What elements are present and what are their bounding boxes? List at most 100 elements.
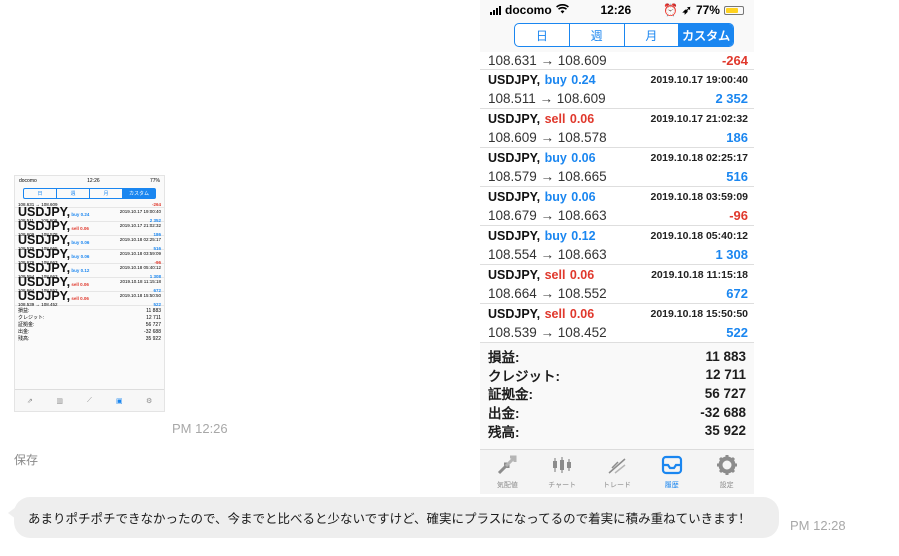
thumb-symbol: USDJPY, (18, 275, 71, 289)
status-bar: docomo 12:26 ⏰ ➶ 77% (480, 0, 754, 20)
battery-icon (723, 5, 744, 15)
thumb-tab-month: 月 (90, 189, 123, 198)
trade-row[interactable]: USDJPY, buy 0.12 2019.10.18 05:40:12 108.5… (480, 226, 754, 265)
thumb-side: sell (71, 282, 79, 287)
thumb-pnl: -264 (151, 202, 161, 207)
trade-side: sell (544, 307, 566, 321)
thumb-datetime: 2019.10.17 21:02:32 (119, 223, 161, 228)
trade-prices: 108.579 → 108.665 (488, 168, 607, 184)
thumb-trade-list: USDJPY, buy 0.24 2019.10.17 19:00:40 108.5… (15, 205, 164, 307)
trade-prices: 108.554 → 108.663 (488, 246, 607, 262)
thumb-history-icon: ▣ (115, 397, 123, 405)
trade-symbol: USDJPY, (488, 229, 541, 243)
trade-datetime: 2019.10.18 15:50:50 (650, 308, 749, 320)
trade-datetime: 2019.10.18 03:59:09 (650, 191, 749, 203)
trade-datetime: 2019.10.17 19:00:40 (650, 74, 749, 86)
thumb-carrier: docomo (19, 177, 37, 184)
tab-settings[interactable]: 設定 (699, 450, 754, 494)
trade-line-icon (608, 458, 626, 474)
thumb-symbol: USDJPY, (18, 247, 71, 261)
trade-row[interactable]: USDJPY, sell 0.06 2019.10.17 21:02:32 108.… (480, 109, 754, 148)
tab-label: 設定 (719, 481, 734, 489)
candlestick-chart-icon (553, 457, 572, 473)
trade-side: buy (544, 151, 567, 165)
thumb-summary-row: 証拠金: 56 727 (18, 322, 161, 329)
thumb-side: sell (71, 296, 79, 301)
thumb-summary-value: -32 688 (144, 329, 161, 335)
thumb-symbol: USDJPY, (18, 205, 71, 219)
thumb-datetime: 2019.10.18 15:50:50 (119, 293, 161, 298)
trade-side: buy (544, 229, 567, 243)
thumb-quotes-icon: ⇗ (26, 397, 33, 405)
thumbnail-image[interactable]: docomo 12:26 77% 日 週 月 カスタム 108.631 → 10… (14, 175, 165, 412)
thumb-side: buy (71, 212, 80, 217)
thumb-summary-label: 損益: (18, 308, 30, 314)
tab-label: トレード (602, 481, 631, 489)
trade-row[interactable]: USDJPY, sell 0.06 2019.10.18 15:50:50 108.… (480, 304, 754, 343)
chat-message-bubble[interactable]: あまりポチポチできなかったので、今までと比べると少ないですけど、確実にプラスにな… (8, 497, 779, 538)
alarm-icon: ⏰ (662, 3, 678, 17)
thumb-trade-icon: ⟋ (87, 396, 92, 404)
trade-pnl: 672 (726, 285, 748, 301)
trade-row[interactable]: USDJPY, buy 0.06 2019.10.18 03:59:09 108.6… (480, 187, 754, 226)
trade-history-list: 108.631 → 108.609 -264 USDJPY, buy 0.24 2… (480, 52, 754, 343)
tab-trade[interactable]: トレード (590, 450, 645, 494)
summary-label: 出金: (488, 406, 520, 422)
period-segmented-control: 日 週 月 カスタム (514, 23, 734, 47)
wifi-icon (555, 3, 569, 17)
save-link[interactable]: 保存 (14, 451, 38, 468)
bottom-tab-bar: 気配値 チャート トレード 履歴 設定 (480, 449, 754, 494)
tab-custom[interactable]: カスタム (679, 24, 733, 46)
status-right: ⏰ ➶ 77% (663, 3, 744, 17)
thumb-summary-value: 56 727 (145, 322, 161, 328)
trade-row[interactable]: USDJPY, sell 0.06 2019.10.18 11:15:18 108.… (480, 265, 754, 304)
trade-datetime: 2019.10.18 02:25:17 (650, 152, 749, 164)
summary-row: 証拠金: 56 727 (488, 384, 746, 403)
tab-quotes[interactable]: 気配値 (480, 450, 535, 494)
thumb-lots: 0.06 (80, 240, 90, 245)
quotes-arrows-icon (498, 455, 517, 475)
thumb-summary-value: 35 922 (145, 336, 161, 342)
history-inbox-icon (661, 455, 682, 475)
tab-history[interactable]: 履歴 (644, 450, 699, 494)
trade-pnl: 522 (726, 324, 748, 340)
clock: 12:26 (600, 3, 632, 17)
trade-side: sell (544, 268, 566, 282)
trade-row[interactable]: USDJPY, buy 0.24 2019.10.17 19:00:40 108.5… (480, 70, 754, 109)
trade-row-partial[interactable]: 108.631 → 108.609 -264 (480, 52, 754, 70)
thumb-lots: 0.24 (80, 212, 90, 217)
thumb-datetime: 2019.10.18 03:59:09 (119, 251, 161, 256)
thumb-summary-label: 証拠金: (18, 322, 35, 328)
history-screenshot[interactable]: docomo 12:26 ⏰ ➶ 77% 日 週 月 カスタム 108.631 … (480, 0, 754, 494)
trade-lots: 0.06 (569, 268, 595, 282)
trade-prices: 108.539 → 108.452 (488, 324, 607, 340)
trade-lots: 0.12 (571, 229, 596, 243)
trade-datetime: 2019.10.18 05:40:12 (650, 230, 749, 242)
summary-value: 35 922 (704, 423, 746, 439)
thumb-tab-bar: ⇗ ▥ ⟋ ▣ ⚙ (15, 389, 164, 411)
trade-row[interactable]: USDJPY, buy 0.06 2019.10.18 02:25:17 108.5… (480, 148, 754, 187)
settings-gear-icon (716, 455, 737, 475)
thumb-side: buy (71, 240, 80, 245)
thumb-summary-value: 11 883 (146, 308, 161, 314)
signal-icon (490, 5, 501, 15)
trade-pnl: 516 (726, 168, 748, 184)
thumb-side: buy (71, 254, 80, 259)
trade-symbol: USDJPY, (488, 151, 541, 165)
thumb-datetime: 2019.10.18 02:25:17 (119, 237, 161, 242)
thumb-tab-week: 週 (57, 189, 90, 198)
tab-chart[interactable]: チャート (535, 450, 590, 494)
trade-pnl: 1 308 (715, 246, 748, 262)
thumb-lots: 0.06 (80, 296, 89, 301)
battery-percent: 77% (695, 3, 720, 17)
trade-prices: 108.609 → 108.578 (488, 129, 607, 145)
thumb-summary-row: 出金: -32 688 (18, 329, 161, 336)
trade-datetime: 2019.10.18 11:15:18 (651, 269, 748, 281)
tab-week[interactable]: 週 (570, 24, 625, 46)
tab-month[interactable]: 月 (625, 24, 680, 46)
summary-row: 損益: 11 883 (488, 347, 746, 366)
account-summary: 損益: 11 883 クレジット: 12 711 証拠金: 56 727 出金: -32 68… (480, 347, 754, 440)
tab-day[interactable]: 日 (515, 24, 570, 46)
thumb-side: sell (71, 226, 79, 231)
tab-label: 履歴 (664, 481, 679, 489)
